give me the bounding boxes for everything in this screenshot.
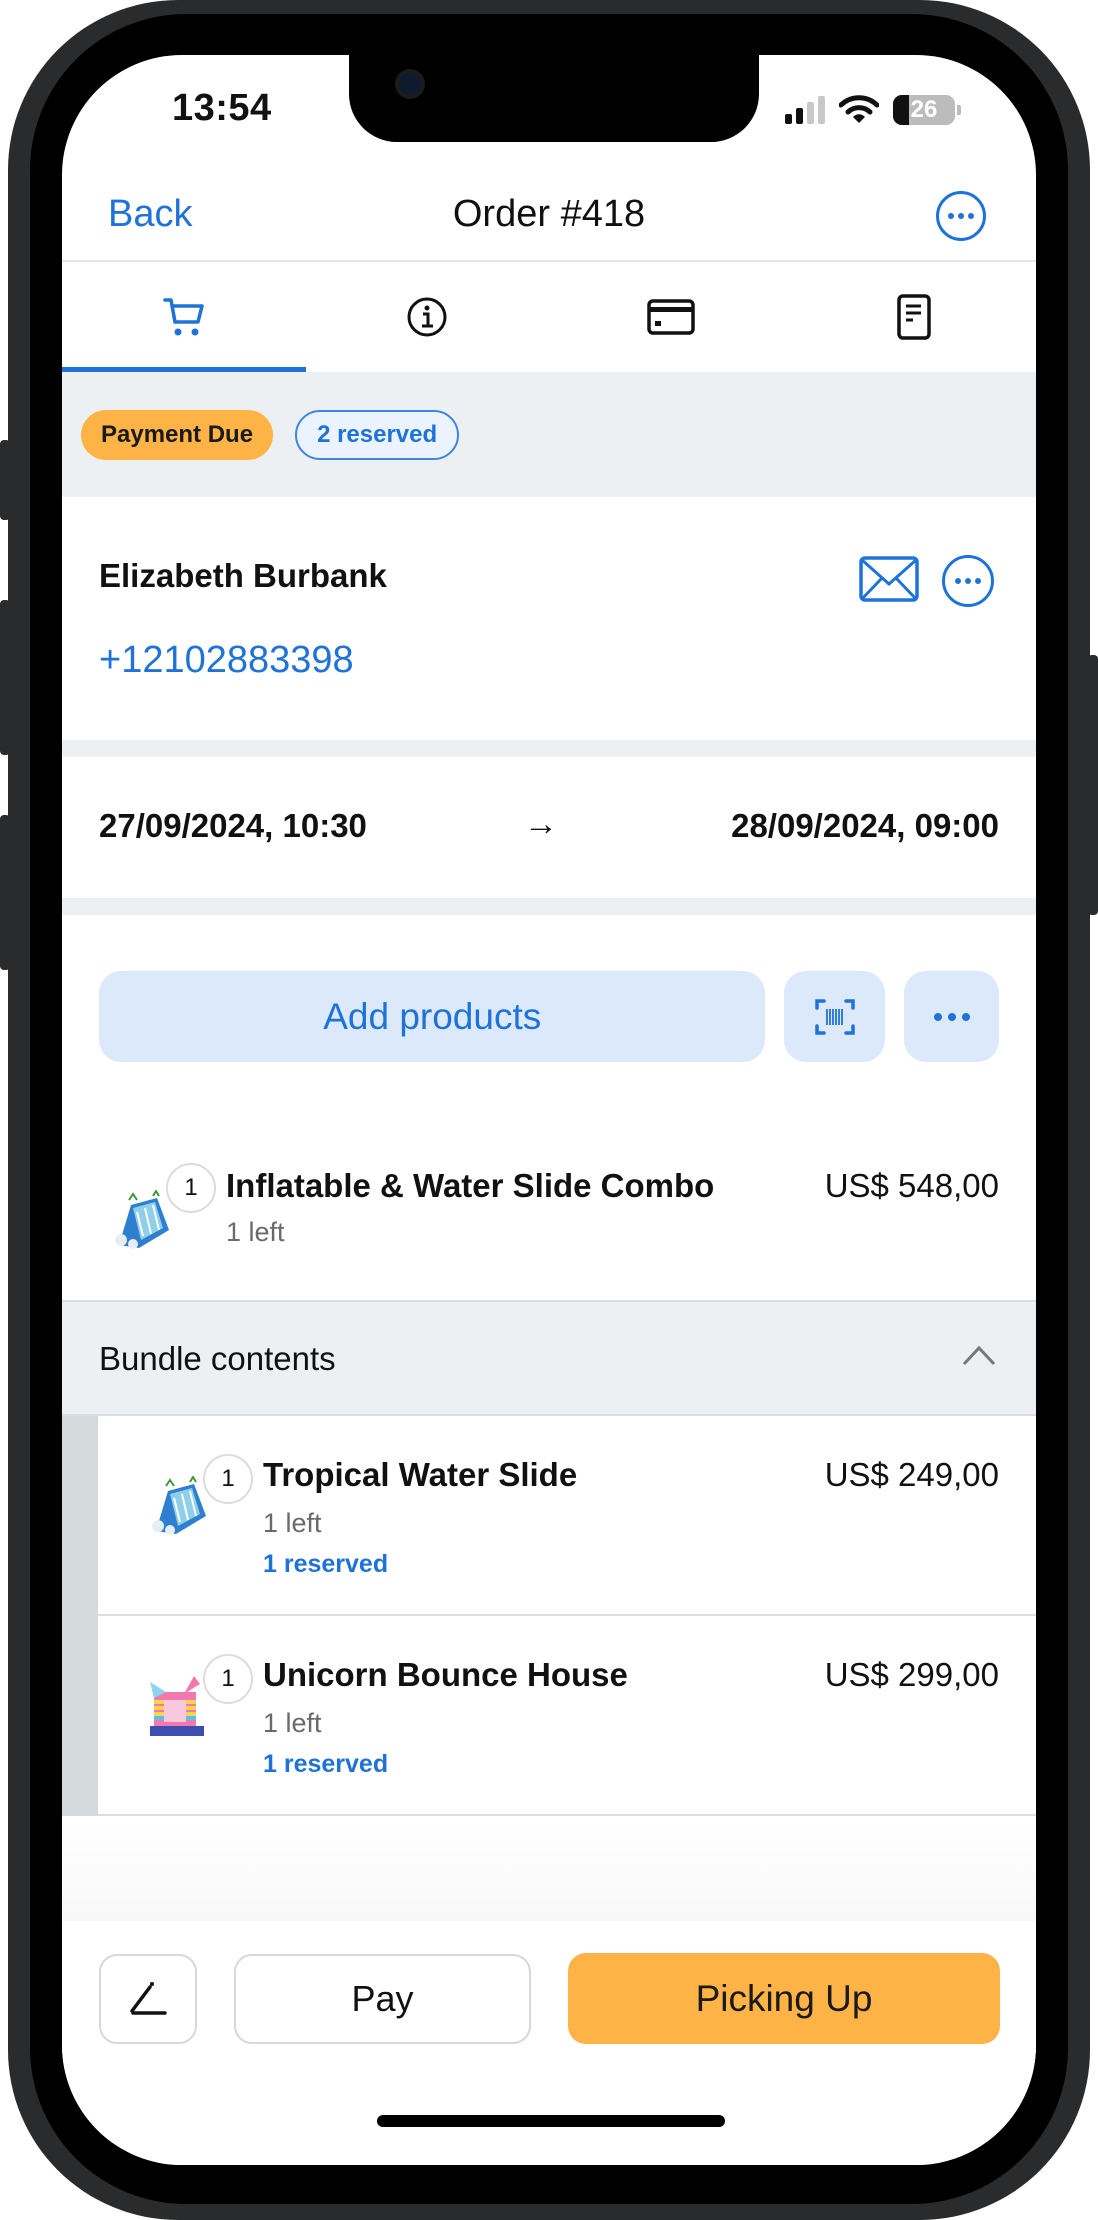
quantity-badge: 1 <box>203 1654 253 1704</box>
status-badges: Payment Due 2 reserved <box>62 372 1036 497</box>
bundle-item-stock: 1 left <box>263 1508 322 1538</box>
bundle-title: Bundle contents <box>99 1340 336 1377</box>
side-button-volume-down <box>0 815 10 970</box>
end-date: 28/09/2024, 09:00 <box>731 807 999 844</box>
payment-status-badge: Payment Due <box>81 409 274 460</box>
ellipsis-dot <box>965 578 971 584</box>
cart-icon <box>163 298 204 336</box>
add-products-button[interactable]: Add products <box>99 971 766 1062</box>
bundle-item-reserved: 1 reserved <box>263 1550 389 1578</box>
product-stock: 1 left <box>226 1217 285 1247</box>
reserved-badge[interactable]: 2 reserved <box>295 409 460 460</box>
page-title: Order #418 <box>452 193 646 235</box>
customer-more-button[interactable] <box>942 555 994 607</box>
status-icons: 26 <box>785 95 961 125</box>
section-divider <box>62 740 1036 757</box>
arrow-right-icon: → <box>524 805 558 843</box>
bundle-item-stock: 1 left <box>263 1708 322 1738</box>
start-date: 27/09/2024, 10:30 <box>99 807 367 844</box>
quantity-badge: 1 <box>166 1163 216 1213</box>
bottom-action-bar: Pay Picking Up <box>62 1921 1036 2165</box>
front-camera <box>395 69 425 99</box>
ellipsis-dot <box>961 1012 970 1021</box>
battery-tip <box>957 105 961 115</box>
customer-card: Elizabeth Burbank +12102883398 <box>62 497 1036 740</box>
credit-card-icon <box>647 299 695 335</box>
cellular-signal-icon <box>785 96 825 124</box>
home-indicator[interactable] <box>377 2115 725 2127</box>
ellipsis-dot <box>975 578 981 584</box>
tab-cart[interactable] <box>62 262 306 372</box>
bundle-indent-rail <box>62 1416 98 1816</box>
product-name: Inflatable & Water Slide Combo <box>226 1167 715 1204</box>
bundle-item-reserved: 1 reserved <box>263 1750 389 1778</box>
side-button-power <box>1088 655 1098 915</box>
screen: 13:54 26 Back Order #418 Payment Due 2 r… <box>62 55 1036 2165</box>
side-button-mute <box>0 440 10 520</box>
ellipsis-dot <box>958 213 964 219</box>
tab-info[interactable] <box>306 262 550 372</box>
info-icon <box>407 297 447 337</box>
water-slide-thumbnail <box>115 1190 169 1249</box>
order-more-button[interactable] <box>936 191 986 241</box>
rental-period[interactable]: 27/09/2024, 10:30 → 28/09/2024, 09:00 <box>62 757 1036 898</box>
tab-bar <box>62 262 1036 372</box>
order-line-item[interactable]: 1 Inflatable & Water Slide Combo 1 left … <box>62 1125 1036 1300</box>
document-icon <box>897 294 931 340</box>
customer-phone-link[interactable]: +12102883398 <box>99 639 354 682</box>
email-icon[interactable] <box>859 556 919 602</box>
wifi-icon <box>839 95 879 123</box>
pay-button[interactable]: Pay <box>234 1954 531 2044</box>
customer-name[interactable]: Elizabeth Burbank <box>99 557 387 595</box>
bundle-item-price: US$ 299,00 <box>824 1656 999 1693</box>
status-time: 13:54 <box>172 87 272 129</box>
ellipsis-dot <box>948 213 954 219</box>
battery-fill <box>893 95 910 125</box>
bundle-item[interactable]: 1 Tropical Water Slide 1 left 1 reserved… <box>98 1416 1036 1616</box>
product-price: US$ 548,00 <box>824 1167 999 1204</box>
section-divider <box>62 898 1036 915</box>
tab-payment[interactable] <box>549 262 793 372</box>
bundle-contents-header[interactable]: Bundle contents <box>62 1300 1036 1416</box>
navigation-bar: Back Order #418 <box>62 175 1036 262</box>
picking-up-button[interactable]: Picking Up <box>568 1953 1000 2044</box>
unicorn-bounce-house-thumbnail <box>150 1676 204 1736</box>
battery-percent: 26 <box>910 96 938 123</box>
scan-barcode-button[interactable] <box>784 971 886 1062</box>
tab-documents[interactable] <box>793 262 1037 372</box>
barcode-scan-icon <box>815 998 855 1035</box>
dynamic-island <box>349 55 759 142</box>
chevron-up-icon <box>962 1345 996 1366</box>
more-actions-button[interactable] <box>904 971 999 1062</box>
bundle-item-name: Tropical Water Slide <box>263 1456 578 1493</box>
ellipsis-dot <box>955 578 961 584</box>
edit-button[interactable] <box>99 1954 197 2044</box>
ellipsis-dot <box>947 1012 956 1021</box>
ellipsis-dot <box>933 1012 942 1021</box>
product-actions: Add products <box>99 971 999 1062</box>
quantity-badge: 1 <box>203 1454 253 1504</box>
bundle-item[interactable]: 1 Unicorn Bounce House 1 left 1 reserved… <box>98 1616 1036 1816</box>
bundle-item-price: US$ 249,00 <box>824 1456 999 1493</box>
ellipsis-dot <box>968 213 974 219</box>
side-button-volume-up <box>0 600 10 755</box>
bundle-item-name: Unicorn Bounce House <box>263 1656 628 1693</box>
battery-icon: 26 <box>893 95 955 125</box>
pencil-icon <box>130 1982 167 2015</box>
